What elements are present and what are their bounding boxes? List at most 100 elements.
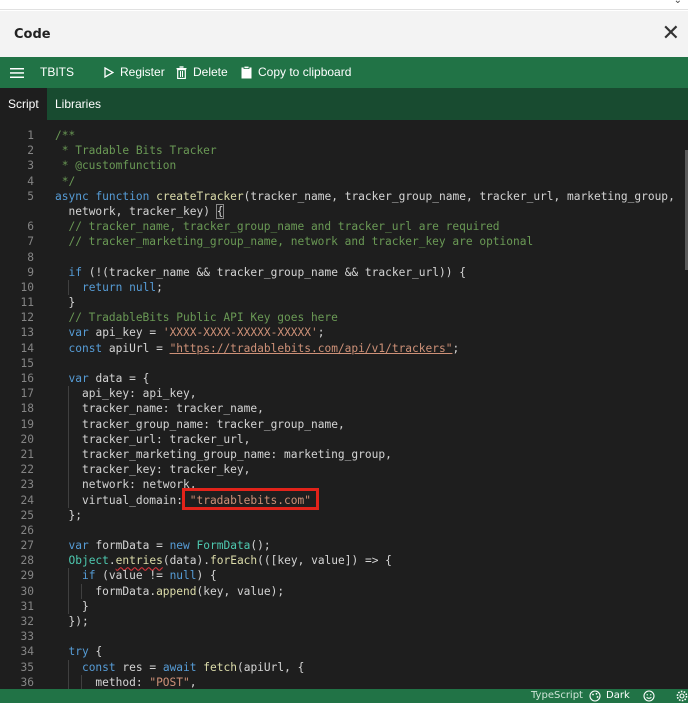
indent-guide: [81, 674, 82, 689]
code-line[interactable]: tracker_group_name: tracker_group_name,: [55, 416, 676, 432]
code-line[interactable]: /**: [55, 128, 676, 143]
copy-label: Copy to clipboard: [258, 65, 352, 79]
code-line[interactable]: const res = await fetch(apiUrl, {: [55, 659, 676, 675]
code-line[interactable]: network: network,: [55, 477, 676, 493]
code-line[interactable]: return null;: [55, 279, 676, 296]
code-line[interactable]: * @customfunction: [55, 158, 676, 173]
line-number: 34: [20, 645, 34, 659]
indent-guide: [67, 431, 69, 447]
line-number: 32: [20, 615, 34, 628]
line-number: 17: [20, 387, 34, 401]
register-button[interactable]: Register: [104, 57, 165, 88]
line-number: 16: [20, 372, 34, 385]
delete-button[interactable]: Delete: [176, 57, 228, 88]
play-icon: [104, 67, 114, 78]
indent-guide: [67, 568, 69, 584]
palette-icon: [589, 690, 601, 702]
hamburger-icon: [10, 67, 24, 78]
code-line[interactable]: };: [55, 508, 676, 523]
line-number: 6: [27, 220, 34, 234]
code-line[interactable]: var data = {: [55, 371, 676, 386]
code-line[interactable]: // TradableBits Public API Key goes here: [55, 310, 676, 325]
code-line[interactable]: [55, 356, 676, 371]
code-line[interactable]: }: [55, 598, 676, 614]
line-number: 20: [20, 432, 34, 446]
code-line[interactable]: if (!(tracker_name && tracker_group_name…: [55, 265, 676, 280]
line-number: 23: [20, 478, 34, 492]
code-area[interactable]: /** * Tradable Bits Tracker * @customfun…: [55, 128, 676, 689]
code-line[interactable]: formData.append(key, value);: [55, 583, 676, 599]
code-line[interactable]: */: [55, 174, 676, 189]
theme-toggle[interactable]: Dark: [589, 689, 630, 703]
code-line[interactable]: });: [55, 614, 676, 629]
indent-guide: [67, 583, 69, 599]
indent-guide: [67, 386, 69, 402]
line-number: 18: [20, 402, 34, 416]
line-number-gutter: 1 2 3 4 5 6 7 8 9 10 11 12 13 14 15 16 17 18 19 20 21 22 23 24 2…: [0, 128, 40, 689]
code-line[interactable]: api_key: api_key,: [55, 386, 676, 402]
delete-label: Delete: [193, 65, 228, 79]
smiley-icon[interactable]: [643, 689, 655, 703]
code-line[interactable]: method: "POST",: [55, 674, 676, 689]
close-icon[interactable]: ✕: [662, 22, 680, 44]
line-number: 10: [20, 280, 34, 294]
code-line[interactable]: * Tradable Bits Tracker: [55, 143, 676, 158]
gear-icon[interactable]: [676, 689, 688, 703]
code-line[interactable]: tracker_name: tracker_name,: [55, 401, 676, 417]
code-line[interactable]: // tracker_name, tracker_group_name and …: [55, 219, 676, 234]
code-line[interactable]: tracker_marketing_group_name: marketing_…: [55, 446, 676, 463]
dialog-title: Code: [14, 27, 51, 42]
code-line[interactable]: }: [55, 295, 676, 310]
copy-to-clipboard-button[interactable]: Copy to clipboard: [241, 57, 351, 88]
line-number: 31: [20, 599, 34, 613]
indent-guide: [67, 674, 69, 689]
tab-script[interactable]: Script: [0, 88, 47, 120]
code-editor[interactable]: 1 2 3 4 5 6 7 8 9 10 11 12 13 14 15 16 17 18 19 20 21 22 23 24 2…: [0, 120, 688, 689]
indent-guide: [67, 279, 69, 296]
code-line[interactable]: [55, 523, 676, 538]
indent-guide: [67, 446, 69, 463]
code-line[interactable]: // tracker_marketing_group_name, network…: [55, 234, 676, 249]
line-number: 33: [20, 630, 34, 644]
tab-libraries[interactable]: Libraries: [47, 88, 109, 120]
line-number: 22: [20, 463, 34, 477]
line-number: 29: [20, 569, 34, 583]
clipboard-icon: [241, 66, 252, 79]
line-number: 12: [20, 311, 34, 325]
menu-button[interactable]: [10, 57, 30, 88]
code-line[interactable]: tracker_url: tracker_url,: [55, 431, 676, 447]
top-strip: ⌄: [0, 0, 688, 10]
line-number: 5: [27, 189, 34, 203]
code-line[interactable]: var api_key = 'XXXX-XXXX-XXXXX-XXXXX';: [55, 325, 676, 340]
code-line[interactable]: network, tracker_key) {: [55, 203, 676, 219]
line-number: 3: [27, 159, 34, 173]
code-line[interactable]: if (value != null) {: [55, 568, 676, 584]
line-number: 36: [20, 675, 34, 689]
line-number: 2: [27, 144, 34, 158]
code-line[interactable]: try {: [55, 644, 676, 659]
code-line[interactable]: var formData = new FormData();: [55, 538, 676, 553]
indent-guide: [67, 492, 69, 508]
highlight-box: [182, 488, 319, 510]
line-number: 24: [20, 493, 34, 507]
code-line[interactable]: [55, 629, 676, 644]
code-line[interactable]: tracker_key: tracker_key,: [55, 462, 676, 478]
code-line[interactable]: const apiUrl = "https://tradablebits.com…: [55, 341, 676, 356]
indent-guide: [67, 598, 69, 614]
indent-guide: [67, 477, 69, 493]
code-line[interactable]: async function createTracker(tracker_nam…: [55, 189, 676, 204]
status-bar: TypeScript Dark: [0, 689, 688, 703]
line-number: 28: [20, 554, 34, 568]
language-indicator[interactable]: TypeScript: [531, 689, 583, 703]
line-number: 26: [20, 523, 34, 537]
line-number: 19: [20, 417, 34, 431]
indent-guide: [67, 401, 69, 417]
chevron-down-icon[interactable]: ⌄: [674, 0, 682, 6]
code-line[interactable]: virtual_domain: "tradablebits.com": [55, 492, 676, 508]
code-line[interactable]: Object.entries(data).forEach(([key, valu…: [55, 553, 676, 568]
tab-bar: Script Libraries: [0, 88, 688, 120]
code-line[interactable]: [55, 250, 676, 265]
line-number: 11: [20, 296, 34, 310]
trash-icon: [176, 66, 187, 79]
line-number: 9: [27, 265, 34, 279]
